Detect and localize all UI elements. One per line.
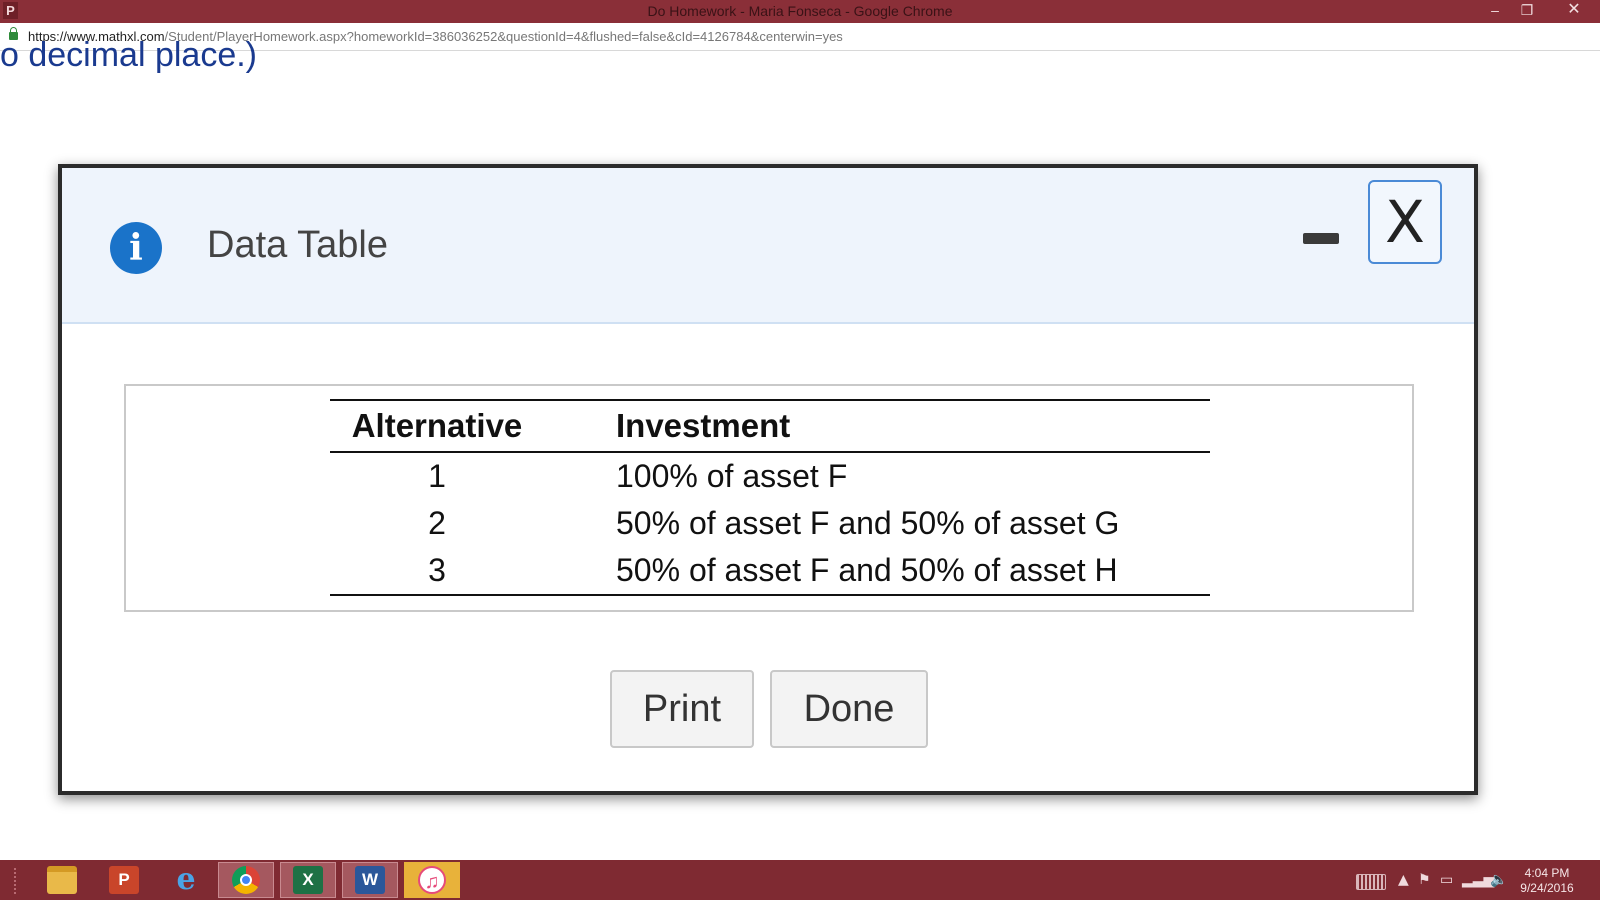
table-header-row: Alternative Investment: [330, 400, 1210, 453]
window-maximize-button[interactable]: ❐: [1514, 0, 1540, 23]
taskbar: P e X W ♫ ▲ ⚑ ▭ ▂▃▅ 🔈 4:04 PM 9/24/2016: [0, 860, 1600, 900]
dialog-title: Data Table: [207, 224, 388, 266]
taskbar-excel[interactable]: X: [280, 862, 336, 898]
url-path: /Student/PlayerHomework.aspx?homeworkId=…: [164, 29, 843, 44]
taskbar-internet-explorer[interactable]: e: [158, 862, 214, 898]
cell-alternative: 2: [428, 505, 446, 541]
excel-icon: X: [293, 866, 323, 894]
volume-icon[interactable]: 🔈: [1490, 872, 1507, 888]
cell-investment: 100% of asset F: [616, 458, 848, 494]
column-header-alternative: Alternative: [330, 400, 544, 453]
dialog-header: i Data Table X: [62, 168, 1474, 324]
cell-investment: 50% of asset F and 50% of asset G: [616, 505, 1120, 541]
cell-alternative: 3: [428, 552, 446, 588]
taskbar-itunes[interactable]: ♫: [404, 862, 460, 898]
touch-keyboard-icon[interactable]: [1356, 874, 1386, 890]
folder-icon: [47, 866, 77, 894]
system-clock[interactable]: 4:04 PM 9/24/2016: [1512, 866, 1582, 896]
table-row: 3 50% of asset F and 50% of asset H: [330, 547, 1210, 595]
window-minimize-button[interactable]: –: [1482, 0, 1508, 23]
dialog-minimize-button[interactable]: [1302, 228, 1340, 248]
table-frame: Alternative Investment 1 100% of asset F…: [124, 384, 1414, 612]
taskbar-powerpoint[interactable]: P: [96, 862, 152, 898]
minimize-icon: [1303, 232, 1339, 244]
window-title: Do Homework - Maria Fonseca - Google Chr…: [647, 3, 953, 19]
taskbar-chrome[interactable]: [218, 862, 274, 898]
chrome-icon: [232, 866, 260, 894]
show-hidden-icons-icon[interactable]: ▲: [1398, 872, 1409, 888]
table-row: 2 50% of asset F and 50% of asset G: [330, 500, 1210, 547]
column-header-investment: Investment: [544, 400, 1210, 453]
word-icon: W: [355, 866, 385, 894]
powerpoint-icon: P: [109, 866, 139, 894]
taskbar-grip: [14, 868, 20, 894]
battery-icon[interactable]: ▭: [1440, 872, 1453, 888]
print-button[interactable]: Print: [610, 670, 754, 748]
table-row: 1 100% of asset F: [330, 452, 1210, 500]
cell-investment: 50% of asset F and 50% of asset H: [616, 552, 1118, 588]
dialog-close-button[interactable]: X: [1368, 180, 1442, 264]
data-table-dialog: i Data Table X Alternative Investment 1 …: [58, 164, 1478, 795]
page-question-text: o decimal place.): [0, 36, 258, 74]
window-close-button[interactable]: ✕: [1548, 0, 1600, 23]
internet-explorer-icon: e: [176, 862, 196, 897]
clock-date: 9/24/2016: [1520, 881, 1574, 895]
taskbar-file-explorer[interactable]: [34, 862, 90, 898]
itunes-icon: ♫: [418, 866, 446, 894]
done-button[interactable]: Done: [770, 670, 928, 748]
data-table: Alternative Investment 1 100% of asset F…: [330, 399, 1210, 596]
taskbar-word[interactable]: W: [342, 862, 398, 898]
clock-time: 4:04 PM: [1524, 866, 1570, 880]
action-center-flag-icon[interactable]: ⚑: [1418, 872, 1431, 888]
info-icon: i: [110, 222, 162, 274]
browser-title-bar: P Do Homework - Maria Fonseca - Google C…: [0, 0, 1600, 23]
cell-alternative: 1: [428, 458, 446, 494]
